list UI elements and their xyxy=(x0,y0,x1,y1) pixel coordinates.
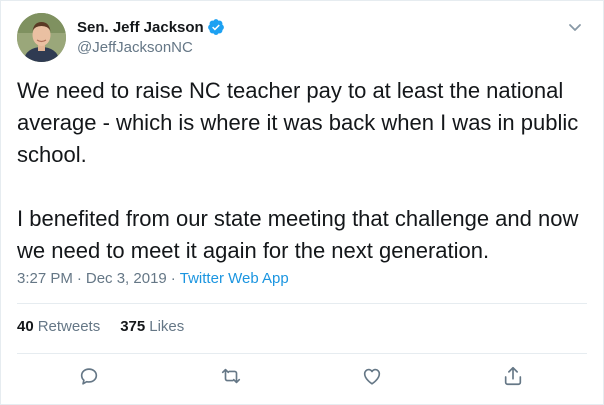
likes-stat[interactable]: 375 Likes xyxy=(120,317,184,337)
likes-count: 375 xyxy=(120,318,146,335)
tweet-time[interactable]: 3:27 PM xyxy=(17,270,73,287)
likes-label: Likes xyxy=(149,318,185,335)
author-display-name[interactable]: Sen. Jeff Jackson xyxy=(77,19,204,36)
meta-separator: · xyxy=(76,270,82,287)
retweets-stat[interactable]: 40 Retweets xyxy=(17,317,100,337)
divider xyxy=(17,353,587,354)
retweet-icon[interactable] xyxy=(220,365,242,387)
tweet-date[interactable]: Dec 3, 2019 xyxy=(86,270,167,287)
meta-separator: · xyxy=(170,270,176,287)
heart-icon[interactable] xyxy=(361,365,383,387)
divider xyxy=(17,303,587,304)
reply-icon[interactable] xyxy=(78,365,100,387)
share-icon[interactable] xyxy=(502,365,524,387)
author-avatar[interactable] xyxy=(17,13,66,62)
action-bar xyxy=(1,365,603,391)
tweet-meta: 3:27 PM · Dec 3, 2019 · Twitter Web App xyxy=(17,269,289,289)
verified-badge-icon xyxy=(207,18,225,36)
retweets-count: 40 xyxy=(17,318,34,335)
author-handle[interactable]: @JeffJacksonNC xyxy=(77,39,225,56)
tweet-text: We need to raise NC teacher pay to at le… xyxy=(17,78,579,263)
retweets-label: Retweets xyxy=(37,318,101,335)
chevron-down-icon[interactable] xyxy=(565,17,585,37)
tweet-stats: 40 Retweets 375 Likes xyxy=(17,317,204,337)
tweet-card: Sen. Jeff Jackson @JeffJacksonNC We need… xyxy=(0,0,604,405)
tweet-source-link[interactable]: Twitter Web App xyxy=(180,270,289,287)
tweet-header: Sen. Jeff Jackson @JeffJacksonNC xyxy=(17,13,587,65)
author-names: Sen. Jeff Jackson @JeffJacksonNC xyxy=(77,17,225,56)
name-row: Sen. Jeff Jackson xyxy=(77,17,225,37)
